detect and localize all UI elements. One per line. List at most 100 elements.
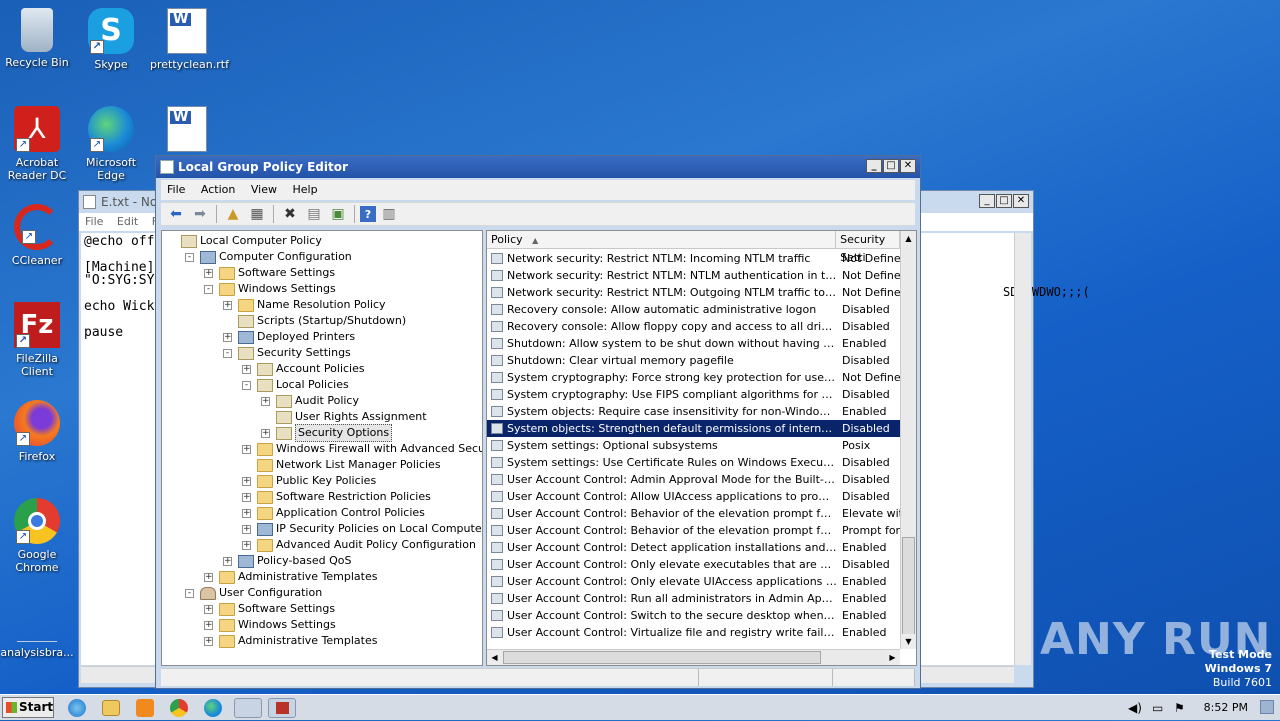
tree-node[interactable]: + Audit Policy	[261, 393, 359, 409]
tree-node[interactable]: - Local Policies	[242, 377, 349, 393]
ie-taskbar-icon[interactable]	[68, 699, 86, 717]
details-icon[interactable]: ▥	[378, 204, 400, 224]
policy-row[interactable]: User Account Control: Admin Approval Mod…	[487, 471, 901, 488]
tree-node[interactable]: Network List Manager Policies	[242, 457, 441, 473]
policy-row[interactable]: User Account Control: Behavior of the el…	[487, 505, 901, 522]
show-desktop-button[interactable]	[1260, 700, 1274, 714]
expand-icon[interactable]: +	[223, 556, 232, 566]
desktop-icon-skype[interactable]: S ↗ Skype	[74, 8, 148, 71]
network-icon[interactable]: ▭	[1152, 701, 1163, 715]
menu-edit[interactable]: Edit	[117, 215, 138, 228]
collapse-icon[interactable]: -	[242, 380, 251, 390]
menu-file[interactable]: File	[167, 183, 185, 196]
export-list-icon[interactable]: ▣	[327, 204, 349, 224]
policy-row[interactable]: User Account Control: Only elevate execu…	[487, 556, 901, 573]
policy-row[interactable]: System cryptography: Force strong key pr…	[487, 369, 901, 386]
horizontal-scrollbar[interactable]: ◀ ▶	[487, 649, 900, 665]
expand-icon[interactable]: +	[242, 492, 251, 502]
gpedit-title-bar[interactable]: Local Group Policy Editor _ □ ✕	[156, 156, 920, 178]
forward-icon[interactable]: ➡	[189, 204, 211, 224]
menu-help[interactable]: Help	[292, 183, 317, 196]
tree-node[interactable]: + Windows Firewall with Advanced Security	[242, 441, 482, 457]
minimize-button[interactable]: _	[979, 194, 995, 208]
policy-row[interactable]: User Account Control: Switch to the secu…	[487, 607, 901, 624]
volume-icon[interactable]: ◀)	[1128, 701, 1142, 715]
tree-node[interactable]: + Policy-based QoS	[223, 553, 352, 569]
tree-node[interactable]: + Account Policies	[242, 361, 365, 377]
start-button[interactable]: Start	[2, 697, 54, 718]
minimize-button[interactable]: _	[866, 159, 882, 173]
expand-icon[interactable]: +	[242, 508, 251, 518]
scroll-left-button[interactable]: ◀	[487, 650, 502, 665]
policy-row[interactable]: User Account Control: Run all administra…	[487, 590, 901, 607]
policy-row[interactable]: Network security: Restrict NTLM: Outgoin…	[487, 284, 901, 301]
tree-node[interactable]: User Rights Assignment	[261, 409, 427, 425]
tree-node[interactable]: - Security Settings	[223, 345, 351, 361]
properties-icon[interactable]: ▤	[303, 204, 325, 224]
policy-list-pane[interactable]: Policy ▲ Security Setti Network security…	[486, 230, 917, 666]
expand-icon[interactable]: +	[261, 428, 270, 438]
desktop-icon-prettyclean[interactable]: W prettyclean.rtf	[150, 8, 229, 71]
expand-icon[interactable]: +	[204, 620, 213, 630]
policy-row[interactable]: User Account Control: Virtualize file an…	[487, 624, 901, 641]
scroll-right-button[interactable]: ▶	[885, 650, 900, 665]
policy-row[interactable]: System settings: Use Certificate Rules o…	[487, 454, 901, 471]
tree-node[interactable]: - User Configuration	[185, 585, 322, 601]
collapse-icon[interactable]: -	[223, 348, 232, 358]
explorer-taskbar-icon[interactable]	[102, 700, 120, 716]
notepad-taskbar-icon[interactable]	[234, 698, 262, 718]
vertical-scrollbar[interactable]: ▲ ▼	[900, 231, 916, 649]
policy-row[interactable]: System settings: Optional subsystems Posi…	[487, 437, 901, 454]
tree-node[interactable]: + Name Resolution Policy	[223, 297, 386, 313]
policy-row[interactable]: System objects: Strengthen default permi…	[487, 420, 901, 437]
policy-row[interactable]: User Account Control: Behavior of the el…	[487, 522, 901, 539]
collapse-icon[interactable]: -	[185, 588, 194, 598]
chrome-taskbar-icon[interactable]	[170, 699, 188, 717]
policy-row[interactable]: Shutdown: Allow system to be shut down w…	[487, 335, 901, 352]
delete-icon[interactable]: ✖	[279, 204, 301, 224]
policy-row[interactable]: Network security: Restrict NTLM: NTLM au…	[487, 267, 901, 284]
desktop-icon-recycle-bin[interactable]: Recycle Bin	[0, 8, 74, 69]
vertical-scrollbar[interactable]	[1014, 233, 1031, 665]
show-hide-tree-icon[interactable]: ▦	[246, 204, 268, 224]
tree-node[interactable]: + Security Options	[261, 424, 393, 442]
expand-icon[interactable]: +	[204, 636, 213, 646]
desktop-icon-analysis[interactable]: analysisbra...	[0, 596, 74, 659]
edge-taskbar-icon[interactable]	[204, 699, 222, 717]
expand-icon[interactable]: +	[204, 604, 213, 614]
tree-node[interactable]: + Advanced Audit Policy Configuration	[242, 537, 476, 553]
desktop-icon-word-doc[interactable]: W	[150, 106, 224, 156]
tree-node[interactable]: Local Computer Policy	[166, 233, 322, 249]
expand-icon[interactable]: +	[242, 476, 251, 486]
desktop-icon-firefox[interactable]: ↗ Firefox	[0, 400, 74, 463]
tree-node[interactable]: + Application Control Policies	[242, 505, 425, 521]
scrollbar-thumb[interactable]	[503, 651, 821, 664]
tree-node[interactable]: + IP Security Policies on Local Computer	[242, 521, 482, 537]
expand-icon[interactable]: +	[223, 332, 232, 342]
policy-row[interactable]: Shutdown: Clear virtual memory pagefile D…	[487, 352, 901, 369]
clock[interactable]: 8:52 PM	[1204, 701, 1248, 714]
collapse-icon[interactable]: -	[204, 284, 213, 294]
expand-icon[interactable]: +	[242, 444, 251, 454]
tree-node[interactable]: + Software Restriction Policies	[242, 489, 431, 505]
close-button[interactable]: ✕	[1013, 194, 1029, 208]
expand-icon[interactable]: +	[204, 572, 213, 582]
policy-row[interactable]: Recovery console: Allow automatic admini…	[487, 301, 901, 318]
policy-row[interactable]: User Account Control: Allow UIAccess app…	[487, 488, 901, 505]
scroll-up-button[interactable]: ▲	[901, 231, 916, 246]
expand-icon[interactable]: +	[223, 300, 232, 310]
tree-node[interactable]: + Software Settings	[204, 265, 335, 281]
close-button[interactable]: ✕	[900, 159, 916, 173]
maximize-button[interactable]: □	[996, 194, 1012, 208]
desktop-icon-ccleaner[interactable]: ↗ CCleaner	[0, 204, 74, 267]
menu-view[interactable]: View	[251, 183, 277, 196]
policy-row[interactable]: User Account Control: Only elevate UIAcc…	[487, 573, 901, 590]
action-center-icon[interactable]: ⚑	[1174, 701, 1185, 715]
desktop-icon-edge[interactable]: ↗ Microsoft Edge	[74, 106, 148, 182]
tree-node[interactable]: - Windows Settings	[204, 281, 336, 297]
tree-node[interactable]: + Deployed Printers	[223, 329, 355, 345]
tree-node[interactable]: - Computer Configuration	[185, 249, 352, 265]
policy-row[interactable]: System cryptography: Use FIPS compliant …	[487, 386, 901, 403]
tree-node[interactable]: + Public Key Policies	[242, 473, 376, 489]
menu-file[interactable]: File	[85, 215, 103, 228]
